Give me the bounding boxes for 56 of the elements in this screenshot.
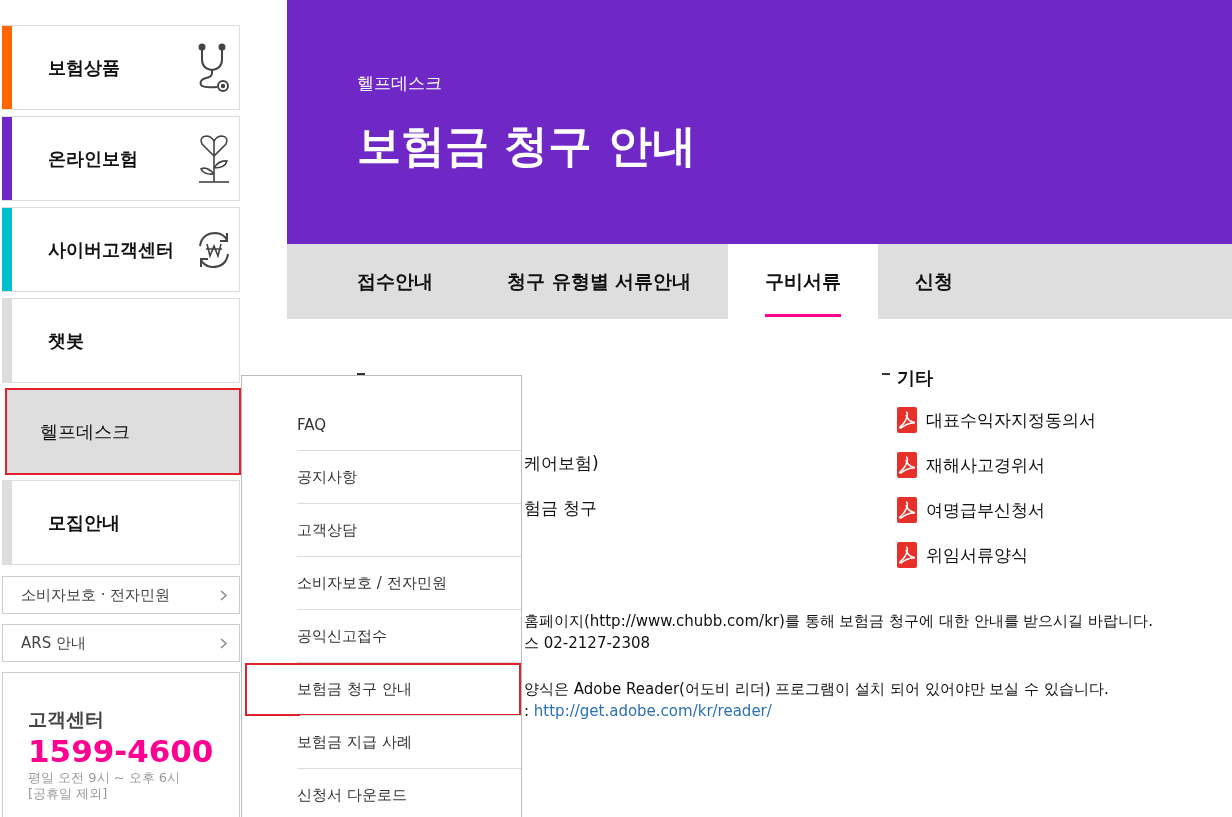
tab[interactable]: 청구 유형별 서류안내 [470,244,729,319]
stethoscope-icon [197,42,231,93]
sidebar-item[interactable]: 사이버고객센터 [2,207,240,292]
link-label: ARS 안내 [21,633,86,653]
reader-link[interactable]: http://get.adobe.com/kr/reader/ [533,702,772,720]
dash-icon [882,373,890,375]
sidebar-item-label: 모집안내 [47,510,121,535]
dash-icon [357,373,365,375]
tab[interactable]: 신청 [878,244,991,319]
link-label: 소비자보호 · 전자민원 [21,585,171,605]
flower-icon [197,133,231,184]
chevron-icon [220,589,227,601]
pdf-icon [897,497,917,523]
file-link[interactable]: 대표수익자지정동의서 [926,408,1096,432]
menu-item[interactable]: 공지사항 [242,451,521,504]
sidebar-item-label: 온라인보험 [47,146,139,171]
menu-item[interactable]: 공익신고접수 [242,610,521,663]
customer-center-title: 고객센터 [28,707,105,732]
sidebar-item-label: 사이버고객센터 [47,237,175,262]
sidebar-link[interactable]: ARS 안내 [2,624,240,662]
menu-item[interactable]: 소비자보호 / 전자민원 [242,557,521,610]
sidebar-link[interactable]: 소비자보호 · 전자민원 [2,576,240,614]
hours-text: [공휴일 제외] [28,785,109,802]
document-item: 케어보험) [524,452,600,474]
menu-item[interactable]: 고객상담 [242,504,521,557]
sidebar-item[interactable]: 챗봇 [2,298,240,383]
file-link[interactable]: 위임서류양식 [926,543,1028,567]
pdf-icon [897,452,917,478]
section-heading: 기타 [897,366,933,390]
breadcrumb: 헬프데스크 [357,72,443,95]
pdf-icon [897,407,917,433]
file-link[interactable]: 재해사고경위서 [926,453,1045,477]
sidebar-item-label: 챗봇 [47,328,85,353]
pdf-icon [897,542,917,568]
menu-item[interactable]: 보험금 청구 안내 [245,663,521,716]
sidebar-item[interactable]: 모집안내 [2,480,240,565]
sidebar-item[interactable]: 보험상품 [2,25,240,110]
menu-item[interactable]: 보험금 지급 사례 [242,716,521,769]
note-text: 양식은 Adobe Reader(어도비 리더) 프로그램이 설치 되어 있어야만 보실 수 있습니다. [524,679,1110,700]
tab[interactable]: 구비서류 [728,244,879,319]
note-text: 홈페이지(http://www.chubb.com/kr)를 통해 보험금 청구에 대한 안내를 받으시길 바랍니다. [524,611,1154,632]
sidebar-item-label: 헬프데스크 [39,419,131,444]
chevron-icon [220,637,227,649]
sidebar-item[interactable]: 온라인보험 [2,116,240,201]
sidebar-item[interactable]: 헬프데스크 [6,389,240,474]
phone-number: 1599-4600 [28,733,214,771]
menu-item[interactable]: 신청서 다운로드 [242,769,521,817]
page-title: 보험금 청구 안내 [357,119,697,173]
note-text: 스 02-2127-2308 [524,633,652,654]
tab[interactable]: 접수안내 [320,244,470,319]
note-text: : http://get.adobe.com/kr/reader/ [524,701,773,722]
hours-text: 평일 오전 9시 ~ 오후 6시 [28,770,182,786]
document-item: 험금 청구 [524,497,599,519]
file-link[interactable]: 여명급부신청서 [926,498,1045,522]
menu-item[interactable]: FAQ [242,398,521,451]
sidebar-item-label: 보험상품 [47,55,121,80]
